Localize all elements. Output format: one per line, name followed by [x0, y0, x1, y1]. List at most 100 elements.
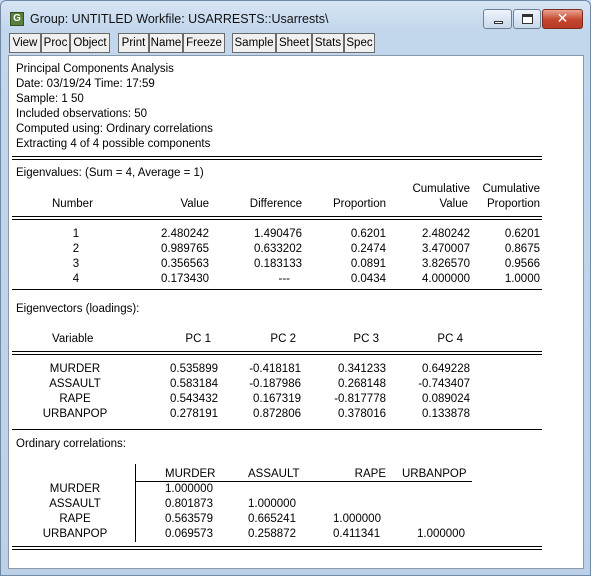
cell-pc1: 0.583184 [170, 378, 218, 390]
observations-line: Included observations: 50 [16, 108, 148, 120]
cell-cum-proportion: 0.9566 [504, 258, 540, 270]
correlations-title: Ordinary correlations: [16, 438, 126, 450]
header-underline [135, 481, 472, 482]
cell-murder: 0.801873 [165, 498, 213, 510]
cell-number: 1 [72, 228, 80, 240]
cell-assault: 0.258872 [248, 528, 296, 540]
freeze-button[interactable]: Freeze [183, 33, 225, 53]
close-button[interactable]: ✕ [542, 9, 583, 29]
cell-number: 3 [72, 258, 80, 270]
divider [12, 216, 542, 217]
stats-button[interactable]: Stats [312, 33, 344, 53]
cell-murder: 0.069573 [165, 528, 213, 540]
col-header-cum-value-bottom: Value [439, 198, 468, 210]
divider [12, 219, 542, 220]
cell-variable: URBANPOP [42, 528, 108, 540]
cell-pc1: 0.535899 [170, 363, 218, 375]
sheet-button[interactable]: Sheet [276, 33, 312, 53]
divider [12, 429, 542, 430]
name-button[interactable]: Name [149, 33, 183, 53]
cell-pc2: 0.872806 [253, 408, 301, 420]
window-title: Group: UNTITLED Workfile: USARRESTS::Usa… [30, 12, 329, 26]
cell-cum-proportion: 1.0000 [504, 273, 540, 285]
divider [12, 546, 542, 547]
cell-pc4: 0.649228 [422, 363, 470, 375]
row-label-separator [135, 464, 136, 542]
cell-pc4: 0.133878 [422, 408, 470, 420]
col-header-cum-prop-bottom: Proportion [486, 198, 540, 210]
eigenvectors-title: Eigenvectors (loadings): [16, 303, 140, 315]
cell-difference: --- [278, 273, 291, 285]
col-header-urbanpop: URBANPOP [402, 468, 467, 480]
col-header-variable: Variable [52, 333, 94, 345]
cell-pc2: -0.418181 [249, 363, 301, 375]
group-window: G Group: UNTITLED Workfile: USARRESTS::U… [0, 0, 591, 576]
print-button[interactable]: Print [118, 33, 149, 53]
cell-variable: MURDER [49, 483, 101, 495]
cell-cum-proportion: 0.8675 [504, 243, 540, 255]
date-time-line: Date: 03/19/24 Time: 17:59 [16, 78, 155, 90]
spec-button[interactable]: Spec [344, 33, 375, 53]
cell-difference: 1.490476 [254, 228, 302, 240]
col-header-assault: ASSAULT [248, 468, 300, 480]
cell-difference: 0.183133 [254, 258, 302, 270]
col-header-number: Number [52, 198, 93, 210]
object-button[interactable]: Object [70, 33, 110, 53]
cell-variable: ASSAULT [49, 498, 101, 510]
col-header-rape: RAPE [354, 468, 386, 480]
view-button[interactable]: View [9, 33, 41, 53]
col-header-pc2: PC 2 [270, 333, 296, 345]
title-bar[interactable]: G Group: UNTITLED Workfile: USARRESTS::U… [1, 1, 590, 31]
cell-murder: 1.000000 [165, 483, 213, 495]
cell-proportion: 0.0434 [350, 273, 386, 285]
cell-variable: RAPE [59, 513, 91, 525]
cell-cum-proportion: 0.6201 [504, 228, 540, 240]
cell-variable: URBANPOP [42, 408, 108, 420]
col-header-cum-prop-top: Cumulative [482, 183, 540, 195]
sample-button[interactable]: Sample [232, 33, 276, 53]
col-header-value: Value [180, 198, 209, 210]
col-header-difference: Difference [249, 198, 302, 210]
cell-value: 0.356563 [161, 258, 209, 270]
cell-rape: 1.000000 [333, 513, 381, 525]
col-header-proportion: Proportion [332, 198, 386, 210]
proc-button[interactable]: Proc [41, 33, 70, 53]
cell-murder: 0.563579 [165, 513, 213, 525]
maximize-button[interactable] [513, 9, 541, 29]
cell-assault: 1.000000 [248, 498, 296, 510]
cell-number: 2 [72, 243, 80, 255]
cell-proportion: 0.0891 [350, 258, 386, 270]
divider [12, 289, 542, 290]
sample-line: Sample: 1 50 [16, 93, 84, 105]
cell-value: 2.480242 [161, 228, 209, 240]
col-header-pc3: PC 3 [353, 333, 379, 345]
cell-proportion: 0.2474 [350, 243, 386, 255]
cell-pc3: 0.378016 [338, 408, 386, 420]
cell-cum-value: 4.000000 [422, 273, 470, 285]
cell-number: 4 [72, 273, 80, 285]
cell-pc4: 0.089024 [422, 393, 470, 405]
minimize-icon [494, 21, 503, 24]
divider [12, 351, 542, 352]
cell-cum-value: 2.480242 [422, 228, 470, 240]
cell-pc1: 0.543432 [170, 393, 218, 405]
col-header-pc4: PC 4 [437, 333, 463, 345]
cell-pc4: -0.743407 [418, 378, 470, 390]
cell-difference: 0.633202 [254, 243, 302, 255]
maximize-icon [522, 14, 533, 24]
cell-value: 0.173430 [161, 273, 209, 285]
cell-value: 0.989765 [161, 243, 209, 255]
col-header-pc1: PC 1 [185, 333, 211, 345]
cell-proportion: 0.6201 [350, 228, 386, 240]
extracting-line: Extracting 4 of 4 possible components [16, 138, 211, 150]
divider [12, 159, 542, 160]
cell-variable: RAPE [59, 393, 91, 405]
spreadsheet-view[interactable]: Principal Components Analysis Date: 03/1… [8, 55, 584, 569]
analysis-title: Principal Components Analysis [16, 63, 174, 75]
minimize-button[interactable] [483, 9, 512, 29]
divider [12, 156, 542, 157]
divider [12, 549, 542, 550]
cell-cum-value: 3.826570 [422, 258, 470, 270]
cell-pc2: 0.167319 [253, 393, 301, 405]
cell-pc3: 0.268148 [338, 378, 386, 390]
